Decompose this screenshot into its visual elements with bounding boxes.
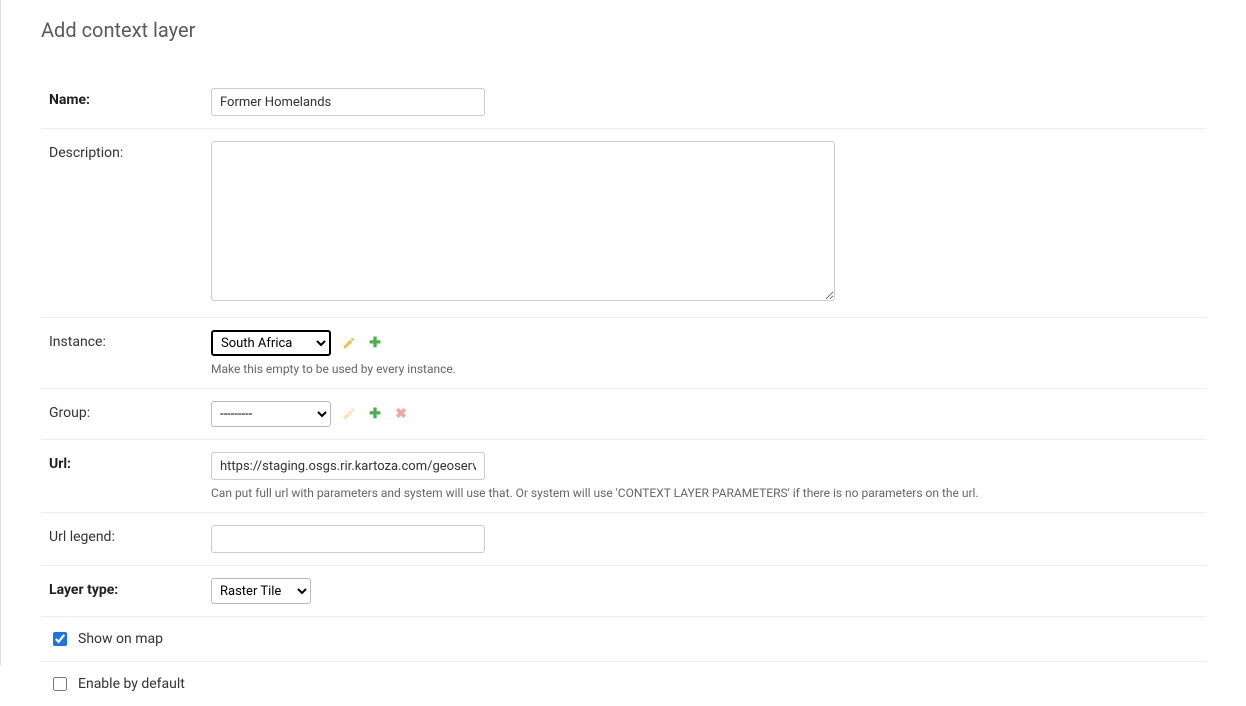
row-show-on-map: Show on map — [41, 617, 1206, 662]
enable-by-default-label[interactable]: Enable by default — [78, 676, 185, 692]
row-group: Group: --------- ✚ ✖ — [41, 389, 1206, 440]
row-enable-by-default: Enable by default — [41, 662, 1206, 706]
page-title: Add context layer — [41, 18, 1206, 42]
url-legend-input[interactable] — [211, 525, 485, 553]
row-name: Name: — [41, 76, 1206, 129]
url-legend-label: Url legend: — [41, 525, 211, 545]
row-instance: Instance: South Africa ✚ Make this empty… — [41, 318, 1206, 389]
layer-type-select[interactable]: Raster Tile — [211, 578, 311, 604]
instance-select[interactable]: South Africa — [211, 330, 331, 356]
enable-by-default-checkbox[interactable] — [53, 677, 67, 691]
url-help: Can put full url with parameters and sys… — [211, 486, 1206, 500]
plus-icon[interactable]: ✚ — [367, 335, 383, 351]
plus-icon[interactable]: ✚ — [367, 406, 383, 422]
cross-icon[interactable]: ✖ — [393, 406, 409, 422]
description-textarea[interactable] — [211, 141, 835, 301]
description-label: Description: — [41, 141, 211, 161]
add-context-layer-page: Add context layer Name: Description: Ins… — [0, 0, 1246, 665]
row-layer-type: Layer type: Raster Tile — [41, 566, 1206, 617]
show-on-map-checkbox[interactable] — [53, 632, 67, 646]
url-label: Url: — [41, 452, 211, 472]
pencil-icon[interactable] — [341, 335, 357, 351]
name-label: Name: — [41, 88, 211, 108]
row-url: Url: Can put full url with parameters an… — [41, 440, 1206, 513]
form: Add context layer Name: Description: Ins… — [1, 0, 1246, 706]
instance-label: Instance: — [41, 330, 211, 350]
group-select[interactable]: --------- — [211, 401, 331, 427]
layer-type-label: Layer type: — [41, 578, 211, 598]
name-input[interactable] — [211, 88, 485, 116]
show-on-map-label[interactable]: Show on map — [78, 631, 163, 647]
instance-help: Make this empty to be used by every inst… — [211, 362, 1206, 376]
row-url-legend: Url legend: — [41, 513, 1206, 566]
url-input[interactable] — [211, 452, 485, 480]
group-label: Group: — [41, 401, 211, 421]
row-description: Description: — [41, 129, 1206, 318]
pencil-icon[interactable] — [341, 406, 357, 422]
